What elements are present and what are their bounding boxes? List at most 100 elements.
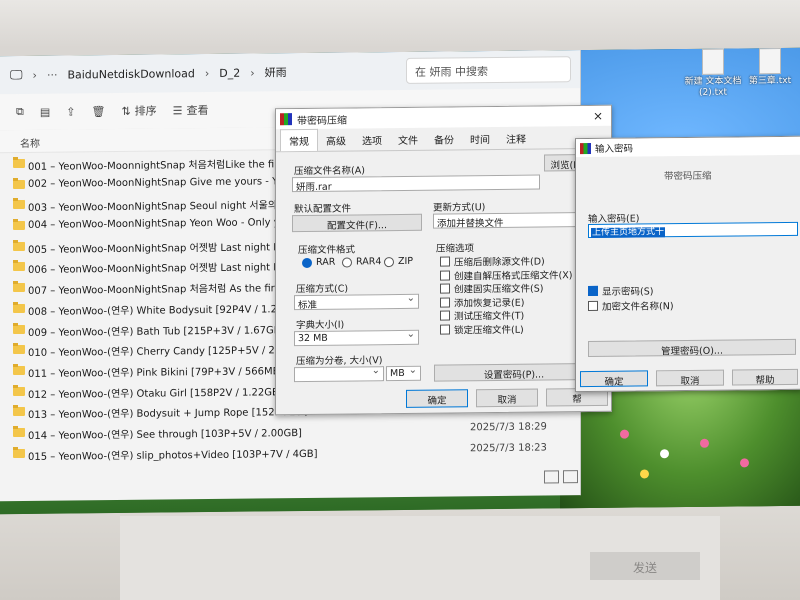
file-row-name: 014 – YeonWoo-(연우) See through [103P+5V … [28,427,302,442]
update-mode-select[interactable]: 添加并替换文件 [433,211,598,230]
ok-button[interactable]: 确定 [580,370,648,388]
tab-1[interactable]: 高级 [318,129,354,150]
search-input[interactable]: 在 妍雨 中搜索 [406,56,571,84]
archive-name-label: 压缩文件名称(A) [294,165,365,178]
folder-icon [13,448,25,458]
folder-icon [13,241,25,251]
cancel-button[interactable]: 取消 [656,369,724,387]
chevron-right-icon: › [250,66,255,80]
file-row-date: 2025/7/3 18:23 [470,442,547,454]
option-checkbox[interactable]: 锁定压缩文件(L) [440,321,524,336]
chevron-right-icon: › [32,68,37,82]
split-size-select[interactable] [294,366,384,383]
dict-size-label: 字典大小(I) [296,319,345,332]
file-row-name: 011 – YeonWoo-(연우) Pink Bikini [79P+3V /… [28,366,284,380]
winrar-icon [580,142,591,154]
ok-button[interactable]: 确定 [406,389,468,408]
folder-icon [13,324,25,334]
sort-icon: ⇅ [121,104,131,118]
format-label: 压缩文件格式 [298,244,356,257]
method-label: 压缩方式(C) [296,283,349,296]
computer-icon[interactable]: 🖵 [10,67,23,82]
send-button[interactable]: 发送 [590,552,700,580]
file-row-name: 012 – YeonWoo-(연우) Otaku Girl [158P2V / … [28,386,283,401]
option-checkbox[interactable]: 创建固实压缩文件(S) [440,280,543,295]
file-row-name: 005 – YeonWoo-MoonNightSnap 어젯밤 Last nig… [28,241,305,256]
password-input[interactable]: 上传主页地方式十 [588,221,798,239]
more-icon[interactable]: ··· [47,68,58,81]
folder-icon [13,200,25,210]
file-row-date: 2025/7/3 18:29 [470,421,547,434]
file-row-name: 015 – YeonWoo-(연우) slip_photos+Video [10… [28,448,318,463]
profile-button[interactable]: 配置文件(F)... [292,213,422,233]
file-row-name: 006 – YeonWoo-MoonNightSnap 어젯밤 Last nig… [28,262,305,277]
file-row-name: 009 – YeonWoo-(연우) Bath Tub [215P+3V / 1… [28,324,285,339]
below-screen-area: 发送 [120,516,720,600]
sort-button[interactable]: ⇅ 排序 [121,103,156,119]
desktop-icon-chapter3[interactable]: 第三章.txt [735,48,800,88]
screen: 新建 文本文档 (2).txt 第三章.txt 🖵 › ··· BaiduNet… [0,47,800,515]
dialog-titlebar[interactable]: 输入密码 [576,136,800,158]
paste-icon[interactable]: ▤ [40,105,50,118]
folder-icon [13,386,25,396]
split-label: 压缩为分卷, 大小(V) [296,355,383,368]
delete-icon[interactable]: 🗑 [91,105,105,118]
options-label: 压缩选项 [436,243,475,255]
set-password-button[interactable]: 设置密码(P)... [434,362,594,382]
file-row-name: 008 – YeonWoo-(연우) White Bodysuit [92P4V… [28,303,302,318]
wallpaper-flower [640,469,649,479]
view-toggle [540,470,578,488]
chevron-right-icon: › [204,66,210,80]
tab-4[interactable]: 备份 [426,128,462,149]
close-icon[interactable]: × [593,109,603,123]
winrar-icon [280,113,292,126]
rar-archive-dialog: 带密码压缩 × 常规 高级 选项 文件 备份 时间 注释 压缩文件名称(A) 妍雨.rar … [275,104,612,416]
help-button[interactable]: 帮助 [732,368,798,386]
tab-2[interactable]: 选项 [354,129,390,150]
folder-icon [13,303,25,313]
format-radio-rar[interactable]: RAR [302,257,335,268]
option-checkbox[interactable]: 创建自解压格式压缩文件(X) [440,267,572,282]
folder-icon [13,345,25,355]
folder-icon [13,158,25,169]
copy-icon[interactable]: ⧉ [16,105,24,119]
wallpaper-flower [620,429,629,439]
dict-size-select[interactable]: 32 MB [294,329,419,347]
manage-passwords-button[interactable]: 管理密码(O)... [588,338,796,357]
breadcrumb-baidunetdisk[interactable]: BaiduNetdiskDownload [67,67,194,81]
dialog-tabs: 常规 高级 选项 文件 备份 时间 注释 [276,125,611,153]
tab-0[interactable]: 常规 [280,128,318,152]
cancel-button[interactable]: 取消 [476,388,538,408]
folder-icon [13,262,25,272]
share-icon[interactable]: ⇪ [66,105,75,118]
file-row-name: 002 – YeonWoo-MoonNightSnap Give me your… [28,175,307,190]
breadcrumb-yanyu[interactable]: 妍雨 [265,64,287,80]
split-unit-select[interactable]: MB [386,365,421,382]
wallpaper-flower [740,458,749,468]
file-row-name: 004 – YeonWoo-MoonNightSnap Yeon Woo - O… [28,217,303,231]
tab-5[interactable]: 时间 [462,128,498,149]
format-radio-zip[interactable]: ZIP [384,256,413,267]
view-button[interactable]: ☰ 查看 [173,102,209,118]
wallpaper-flower [660,449,669,459]
tab-3[interactable]: 文件 [390,129,426,150]
text-file-icon [759,48,781,75]
show-password-checkbox[interactable]: 显示密码(S) [588,283,653,298]
archive-name-field[interactable]: 妍雨.rar [292,174,540,193]
password-dialog-subtitle: 带密码压缩 [664,170,712,183]
file-row-name: 001 – YeonWoo-MoonnightSnap 처음처럼Like the… [28,158,314,173]
encrypt-filenames-checkbox[interactable]: 加密文件名称(N) [588,298,674,313]
folder-icon [13,283,25,293]
default-profile-label: 默认配置文件 [294,203,352,216]
method-select[interactable]: 标准 [294,293,419,311]
tab-6[interactable]: 注释 [498,128,534,149]
view-icon: ☰ [172,103,183,117]
format-radio-rar4[interactable]: RAR4 [342,256,381,267]
folder-icon [13,407,25,417]
details-view-icon[interactable] [544,470,559,484]
folder-icon [13,179,25,189]
breadcrumb-d2[interactable]: D_2 [219,66,240,79]
tiles-view-icon[interactable] [563,470,578,484]
folder-icon [13,220,25,231]
file-row-name: 013 – YeonWoo-(연우) Bodysuit + Jump Rope … [28,407,309,422]
